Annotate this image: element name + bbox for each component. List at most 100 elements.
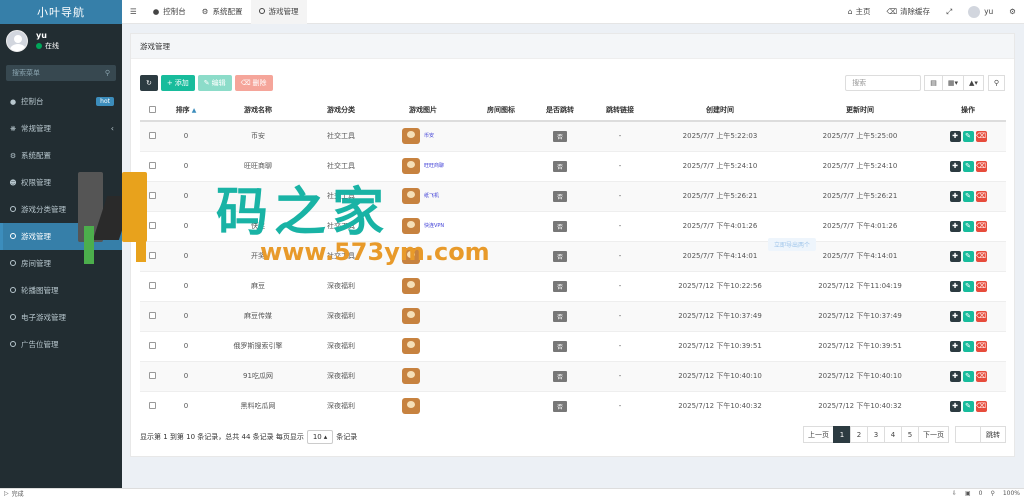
page-jump-button[interactable]: 跳转	[980, 426, 1006, 443]
table-search-input[interactable]: 搜索	[845, 74, 922, 91]
row-checkbox[interactable]	[140, 300, 164, 331]
user-menu[interactable]: yu	[960, 0, 1001, 24]
cell-image[interactable]: 币安	[374, 120, 472, 151]
row-checkbox[interactable]	[140, 240, 164, 271]
row-drag-button[interactable]: ✚	[949, 220, 961, 232]
row-edit-button[interactable]: ✎	[962, 160, 974, 172]
row-checkbox[interactable]	[140, 150, 164, 181]
row-edit-button[interactable]: ✎	[962, 370, 974, 382]
toggle-view-button[interactable]: ▤	[924, 74, 943, 91]
columns-button[interactable]: ▦ ▾	[941, 74, 964, 91]
game-thumbnail[interactable]: 币安	[400, 125, 446, 147]
row-drag-button[interactable]: ✚	[949, 250, 961, 262]
cell-image[interactable]: 旺旺商聊	[374, 150, 472, 181]
game-thumbnail[interactable]: 旺旺商聊	[400, 155, 446, 177]
row-delete-button[interactable]: ⌫	[975, 190, 987, 202]
fullscreen-button[interactable]: ⤢	[938, 0, 960, 24]
app-logo[interactable]: 小叶导航	[0, 0, 122, 24]
col-image[interactable]: 游戏图片	[374, 100, 472, 122]
col-name[interactable]: 游戏名称	[208, 100, 308, 122]
sidebar-item-ads[interactable]: 广告位管理	[0, 331, 122, 358]
row-edit-button[interactable]: ✎	[962, 310, 974, 322]
col-sort[interactable]: 排序 ▲	[164, 100, 208, 122]
row-edit-button[interactable]: ✎	[962, 340, 974, 352]
tab-game-manage[interactable]: 游戏管理	[250, 0, 307, 24]
select-all-checkbox[interactable]	[140, 100, 164, 122]
game-thumbnail[interactable]: 快连VPN	[400, 215, 446, 237]
home-button[interactable]: ⌂ 主页	[840, 0, 879, 24]
row-edit-button[interactable]: ✎	[962, 130, 974, 142]
add-button[interactable]: + 添加	[160, 74, 195, 91]
prev-page-button[interactable]: 上一页	[803, 426, 834, 443]
page-jump-input[interactable]	[955, 426, 981, 443]
clear-cache-button[interactable]: ⌫ 清除缓存	[878, 0, 938, 24]
page-size-select[interactable]: 10 ▴	[306, 430, 334, 444]
sidebar-item-system-config[interactable]: ⚙ 系统配置	[0, 142, 122, 169]
delete-button[interactable]: ⌫ 删除	[234, 74, 273, 91]
game-thumbnail[interactable]	[400, 275, 446, 297]
sidebar-item-game-manage[interactable]: 游戏管理	[0, 223, 122, 250]
row-drag-button[interactable]: ✚	[949, 160, 961, 172]
sidebar-item-general[interactable]: ❋ 常规管理 ‹	[0, 115, 122, 142]
row-delete-button[interactable]: ⌫	[975, 130, 987, 142]
cell-image[interactable]	[374, 270, 472, 301]
row-delete-button[interactable]: ⌫	[975, 280, 987, 292]
page-4-button[interactable]: 4	[884, 426, 902, 443]
col-room-icon[interactable]: 房间图标	[472, 100, 530, 122]
row-drag-button[interactable]: ✚	[949, 400, 961, 412]
col-category[interactable]: 游戏分类	[308, 100, 374, 122]
row-delete-button[interactable]: ⌫	[975, 220, 987, 232]
row-edit-button[interactable]: ✎	[962, 190, 974, 202]
sidebar-toggle-button[interactable]: ☰	[122, 0, 145, 24]
row-delete-button[interactable]: ⌫	[975, 340, 987, 352]
row-edit-button[interactable]: ✎	[962, 400, 974, 412]
row-drag-button[interactable]: ✚	[949, 190, 961, 202]
row-delete-button[interactable]: ⌫	[975, 160, 987, 172]
sidebar-item-permissions[interactable]: ☻ 权限管理	[0, 169, 122, 196]
page-2-button[interactable]: 2	[850, 426, 868, 443]
row-checkbox[interactable]	[140, 330, 164, 361]
sidebar-item-game-category[interactable]: 游戏分类管理	[0, 196, 122, 223]
col-created[interactable]: 创建时间	[650, 100, 790, 122]
row-checkbox[interactable]	[140, 390, 164, 421]
sidebar-item-carousel[interactable]: 轮播图管理	[0, 277, 122, 304]
row-delete-button[interactable]: ⌫	[975, 250, 987, 262]
row-edit-button[interactable]: ✎	[962, 280, 974, 292]
row-delete-button[interactable]: ⌫	[975, 370, 987, 382]
col-updated[interactable]: 更新时间	[790, 100, 930, 122]
sidebar-item-room-manage[interactable]: 房间管理	[0, 250, 122, 277]
col-jump[interactable]: 是否跳转	[530, 100, 590, 122]
cell-image[interactable]: 纸飞机	[374, 180, 472, 211]
row-checkbox[interactable]	[140, 180, 164, 211]
game-thumbnail[interactable]: 纸飞机	[400, 185, 446, 207]
game-thumbnail[interactable]	[400, 245, 446, 267]
cell-image[interactable]	[374, 390, 472, 421]
export-button[interactable]: ▲ ▾	[962, 74, 984, 91]
col-link[interactable]: 跳转链接	[590, 100, 650, 122]
cell-image[interactable]	[374, 240, 472, 271]
advanced-search-button[interactable]: ⚲	[987, 74, 1005, 91]
page-1-button[interactable]: 1	[833, 426, 851, 443]
sidebar-search-input[interactable]: 搜索菜单 ⚲	[6, 65, 116, 81]
row-checkbox[interactable]	[140, 360, 164, 391]
refresh-button[interactable]: ↻	[140, 74, 158, 91]
tab-system-config[interactable]: ⚙ 系统配置	[194, 0, 251, 24]
cell-image[interactable]	[374, 300, 472, 331]
cell-image[interactable]	[374, 360, 472, 391]
cell-image[interactable]	[374, 330, 472, 361]
zoom-level[interactable]: 100%	[1003, 490, 1020, 497]
settings-button[interactable]: ⚙	[1001, 0, 1024, 24]
row-checkbox[interactable]	[140, 270, 164, 301]
row-edit-button[interactable]: ✎	[962, 220, 974, 232]
row-drag-button[interactable]: ✚	[949, 340, 961, 352]
game-thumbnail[interactable]	[400, 395, 446, 417]
next-page-button[interactable]: 下一页	[918, 426, 949, 443]
row-delete-button[interactable]: ⌫	[975, 310, 987, 322]
row-delete-button[interactable]: ⌫	[975, 400, 987, 412]
cell-image[interactable]: 快连VPN	[374, 210, 472, 241]
game-thumbnail[interactable]	[400, 365, 446, 387]
row-drag-button[interactable]: ✚	[949, 370, 961, 382]
game-thumbnail[interactable]	[400, 335, 446, 357]
page-5-button[interactable]: 5	[901, 426, 919, 443]
sidebar-item-egame[interactable]: 电子游戏管理	[0, 304, 122, 331]
